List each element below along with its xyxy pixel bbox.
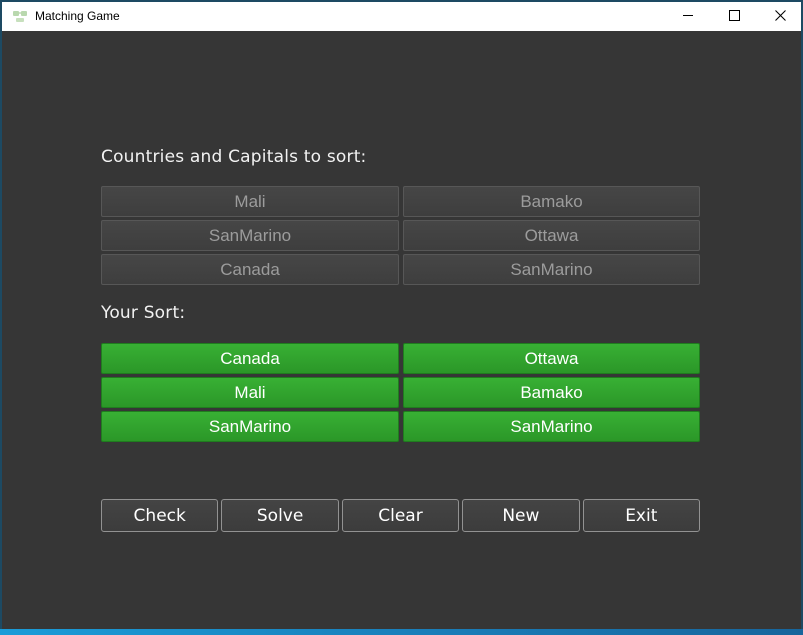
exit-button[interactable]: Exit bbox=[583, 499, 700, 532]
source-grid: Mali Bamako SanMarino Ottawa Canada SanM… bbox=[101, 186, 700, 285]
sort-section-label: Your Sort: bbox=[101, 303, 185, 323]
close-icon bbox=[775, 10, 786, 21]
check-button[interactable]: Check bbox=[101, 499, 218, 532]
clear-button[interactable]: Clear bbox=[342, 499, 459, 532]
sort-country-button[interactable]: SanMarino bbox=[101, 411, 399, 442]
taskbar-strip bbox=[0, 629, 803, 635]
source-country-button[interactable]: Canada bbox=[101, 254, 399, 285]
minimize-icon bbox=[683, 15, 693, 16]
solve-button[interactable]: Solve bbox=[221, 499, 338, 532]
window-controls bbox=[665, 0, 803, 31]
maximize-icon bbox=[729, 10, 740, 21]
action-bar: Check Solve Clear New Exit bbox=[101, 499, 700, 532]
new-button[interactable]: New bbox=[462, 499, 579, 532]
titlebar: Matching Game bbox=[0, 0, 803, 31]
sort-capital-button[interactable]: SanMarino bbox=[403, 411, 700, 442]
window-title: Matching Game bbox=[35, 9, 120, 23]
close-button[interactable] bbox=[757, 0, 803, 31]
sort-capital-button[interactable]: Bamako bbox=[403, 377, 700, 408]
sort-country-button[interactable]: Canada bbox=[101, 343, 399, 374]
source-section-label: Countries and Capitals to sort: bbox=[101, 147, 366, 167]
source-country-button[interactable]: Mali bbox=[101, 186, 399, 217]
source-capital-button[interactable]: Ottawa bbox=[403, 220, 700, 251]
sort-country-button[interactable]: Mali bbox=[101, 377, 399, 408]
source-country-button[interactable]: SanMarino bbox=[101, 220, 399, 251]
source-capital-button[interactable]: SanMarino bbox=[403, 254, 700, 285]
source-capital-button[interactable]: Bamako bbox=[403, 186, 700, 217]
sort-capital-button[interactable]: Ottawa bbox=[403, 343, 700, 374]
minimize-button[interactable] bbox=[665, 0, 711, 31]
matching-game-window: Matching Game Countries and Capitals to … bbox=[0, 0, 803, 635]
sort-grid: Canada Ottawa Mali Bamako SanMarino SanM… bbox=[101, 343, 700, 442]
app-icon bbox=[12, 8, 28, 24]
maximize-button[interactable] bbox=[711, 0, 757, 31]
